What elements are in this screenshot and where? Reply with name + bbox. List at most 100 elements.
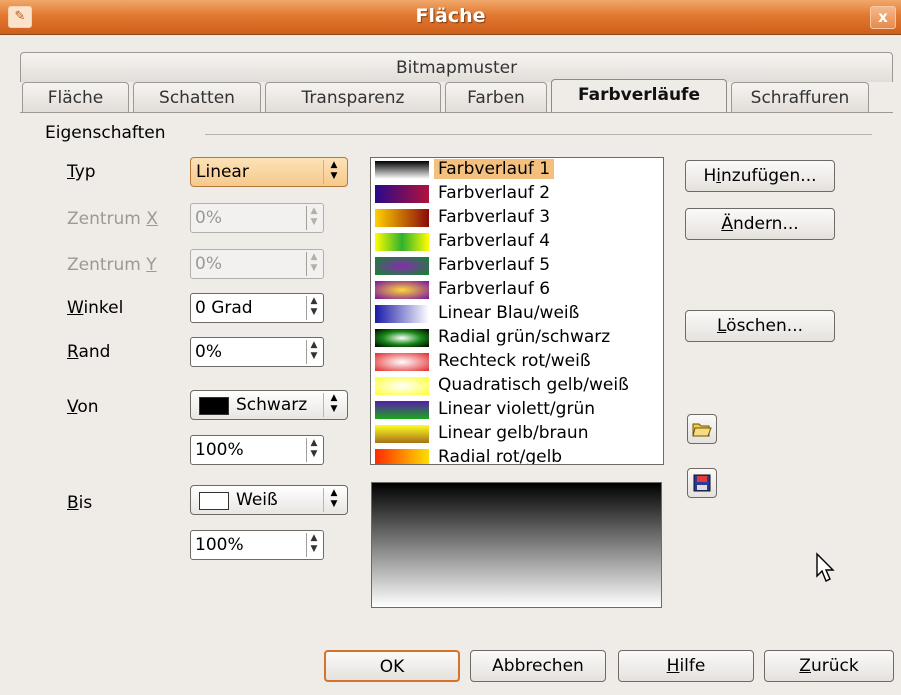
center-y-spinbox[interactable]: 0% ▲ ▼ [190,249,324,279]
gradient-swatch [375,329,429,347]
gradient-list-item[interactable]: Linear violett/grün [371,398,637,422]
gradient-list-item[interactable]: Linear gelb/braun [371,422,637,446]
gradient-label: Farbverlauf 4 [438,231,551,251]
border-value: 0% [195,342,222,362]
tab-transparenz[interactable]: Transparenz [265,82,441,112]
gradient-label: Farbverlauf 3 [438,207,551,227]
tab-label: Bitmapmuster [395,58,518,78]
gradient-swatch [375,305,429,323]
gradient-list-item[interactable]: Quadratisch gelb/weiß [371,374,637,398]
spin-arrows-icon[interactable]: ▲ ▼ [306,296,321,320]
gradient-list-item[interactable]: Radial rot/gelb [371,446,637,465]
tab-farbverlaeufe[interactable]: Farbverläufe [551,79,727,113]
color-swatch [199,492,229,510]
gradient-swatch [375,425,429,443]
to-intensity-spinbox[interactable]: 100% ▲ ▼ [190,530,324,560]
gradient-list-item[interactable]: Rechteck rot/weiß [371,350,637,374]
tab-label: Schraffuren [750,88,850,108]
border-spinbox[interactable]: 0% ▲ ▼ [190,337,324,367]
tab-label: Schatten [159,88,235,108]
gradient-list-item[interactable]: Radial grün/schwarz [371,326,637,350]
title-bar[interactable]: ✎ Fläche x [0,0,901,35]
tab-label: Farben [467,88,525,108]
updown-icon: ▲ ▼ [323,160,344,184]
gradient-swatch [375,233,429,251]
tab-farben[interactable]: Farben [445,82,547,112]
group-heading: Eigenschaften [45,123,166,143]
gradient-list-item[interactable]: Farbverlauf 5 [371,254,637,278]
center-x-spinbox[interactable]: 0% ▲ ▼ [190,203,324,233]
gradient-label: Linear violett/grün [438,399,595,419]
help-button[interactable]: Hilfe [618,650,754,682]
ok-button[interactable]: OK [324,650,460,682]
type-label: Typ [67,162,96,182]
tab-bitmapmuster[interactable]: Bitmapmuster [20,52,893,82]
gradient-list-item[interactable]: Farbverlauf 3 [371,206,637,230]
to-intensity-value: 100% [195,535,244,555]
to-label: Bis [67,493,93,513]
tab-schatten[interactable]: Schatten [133,82,261,112]
spin-arrows-icon[interactable]: ▲ ▼ [306,340,321,364]
gradient-label: Farbverlauf 1 [434,159,555,179]
gradient-list-item[interactable]: Linear Blau/weiß [371,302,637,326]
group-divider [205,134,872,135]
gradient-preview [371,482,662,608]
save-disk-icon[interactable] [687,468,717,498]
type-dropdown[interactable]: Linear ▲ ▼ [190,157,348,187]
gradient-swatch [375,353,429,371]
gradient-label: Farbverlauf 2 [438,183,551,203]
gradient-label: Radial grün/schwarz [438,327,611,347]
gradient-swatch [375,185,429,203]
spin-arrows-icon[interactable]: ▲ ▼ [306,252,321,276]
to-color-dropdown[interactable]: Weiß ▲ ▼ [190,485,348,515]
cancel-button[interactable]: Abbrechen [470,650,606,682]
gradient-swatch [375,401,429,419]
updown-icon: ▲ ▼ [323,488,344,512]
updown-icon: ▲ ▼ [323,393,344,417]
gradient-label: Linear gelb/braun [438,423,589,443]
center-y-value: 0% [195,254,222,274]
from-color-value: Schwarz [236,395,308,415]
from-intensity-value: 100% [195,440,244,460]
mouse-cursor-icon [816,552,835,582]
gradient-list-item[interactable]: Farbverlauf 2 [371,182,637,206]
gradient-swatch [375,377,429,395]
border-label: Rand [67,342,111,362]
gradient-list-item[interactable]: Farbverlauf 4 [371,230,637,254]
back-button[interactable]: Zurück [764,650,894,682]
angle-spinbox[interactable]: 0 Grad ▲ ▼ [190,293,324,323]
tab-label: Transparenz [301,88,405,108]
open-folder-icon[interactable] [687,414,717,444]
spin-arrows-icon[interactable]: ▲ ▼ [306,533,321,557]
close-icon[interactable]: x [870,6,896,29]
to-color-value: Weiß [236,490,278,510]
delete-button[interactable]: Löschen... [685,310,835,342]
from-color-dropdown[interactable]: Schwarz ▲ ▼ [190,390,348,420]
tab-label: Fläche [47,88,104,108]
gradient-list-item[interactable]: Farbverlauf 1 [371,158,637,182]
gradient-label: Linear Blau/weiß [438,303,580,323]
gradient-list-item[interactable]: Farbverlauf 6 [371,278,637,302]
gradient-label: Radial rot/gelb [438,447,563,465]
color-swatch [199,397,229,415]
gradient-label: Rechteck rot/weiß [438,351,591,371]
gradient-swatch [375,257,429,275]
from-intensity-spinbox[interactable]: 100% ▲ ▼ [190,435,324,465]
tab-schraffuren[interactable]: Schraffuren [731,82,869,112]
center-x-label: Zentrum X [67,209,158,229]
add-button[interactable]: Hinzufügen... [685,160,835,192]
spin-arrows-icon[interactable]: ▲ ▼ [306,438,321,462]
tab-flaeche[interactable]: Fläche [22,82,129,112]
angle-value: 0 Grad [195,298,253,318]
gradient-label: Farbverlauf 6 [438,279,551,299]
angle-label: Winkel [67,298,124,318]
modify-button[interactable]: Ändern... [685,208,835,240]
spin-arrows-icon[interactable]: ▲ ▼ [306,206,321,230]
gradient-label: Farbverlauf 5 [438,255,551,275]
gradient-list[interactable]: Farbverlauf 1 Farbverlauf 2 Farbverlauf 3 F… [370,157,664,465]
gradient-label: Quadratisch gelb/weiß [438,375,629,395]
center-x-value: 0% [195,208,222,228]
gradient-swatch [375,281,429,299]
type-value: Linear [196,162,249,182]
gradient-swatch [375,209,429,227]
